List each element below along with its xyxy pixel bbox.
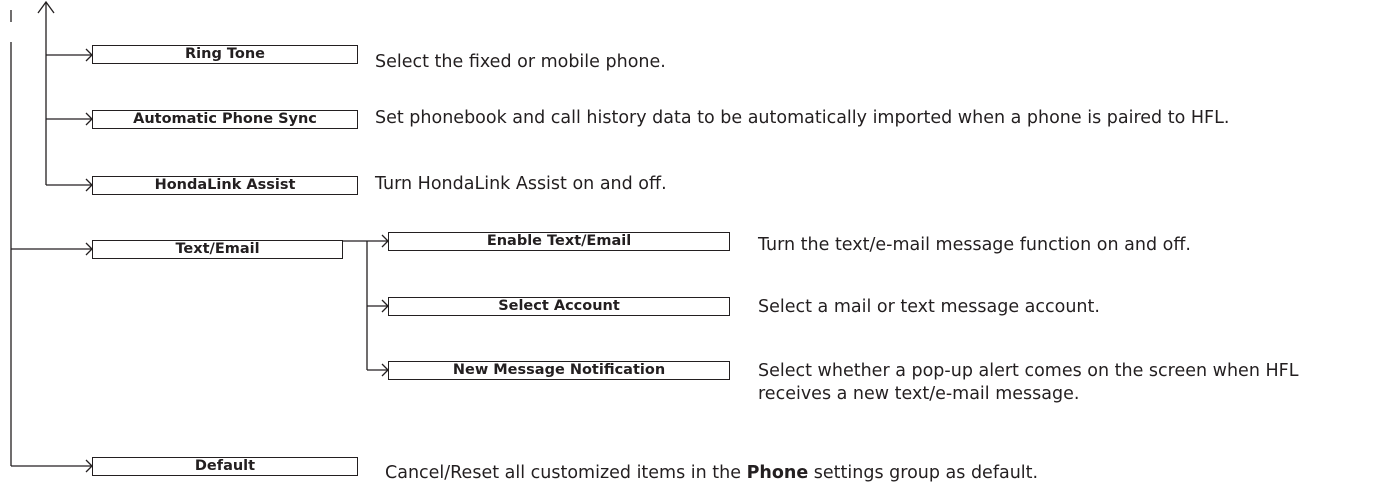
- default-description-suffix: settings group as default.: [808, 463, 1039, 483]
- new-message-notification-description-line1: Select whether a pop-up alert comes on t…: [758, 361, 1299, 381]
- default-description-prefix: Cancel/Reset all customized items in the: [385, 463, 747, 483]
- default-description: Cancel/Reset all customized items in the…: [385, 462, 1038, 485]
- select-account-description: Select a mail or text message account.: [758, 297, 1100, 317]
- select-account-box: Select Account: [388, 297, 730, 316]
- new-message-notification-description-line2: receives a new text/e-mail message.: [758, 384, 1080, 404]
- new-message-notification-description: Select whether a pop-up alert comes on t…: [758, 360, 1298, 406]
- default-box: Default: [92, 457, 358, 476]
- hondalink-assist-box: HondaLink Assist: [92, 176, 358, 195]
- automatic-phone-sync-box: Automatic Phone Sync: [92, 110, 358, 129]
- automatic-phone-sync-description: Set phonebook and call history data to b…: [375, 108, 1230, 128]
- enable-text-email-description: Turn the text/e-mail message function on…: [758, 235, 1191, 255]
- default-description-phone: Phone: [746, 463, 809, 483]
- new-message-notification-box: New Message Notification: [388, 361, 730, 380]
- hondalink-assist-description: Turn HondaLink Assist on and off.: [375, 174, 667, 194]
- enable-text-email-box: Enable Text/Email: [388, 232, 730, 251]
- ring-tone-box: Ring Tone: [92, 45, 358, 64]
- ring-tone-description: Select the fixed or mobile phone.: [375, 52, 666, 72]
- text-email-box: Text/Email: [92, 240, 343, 259]
